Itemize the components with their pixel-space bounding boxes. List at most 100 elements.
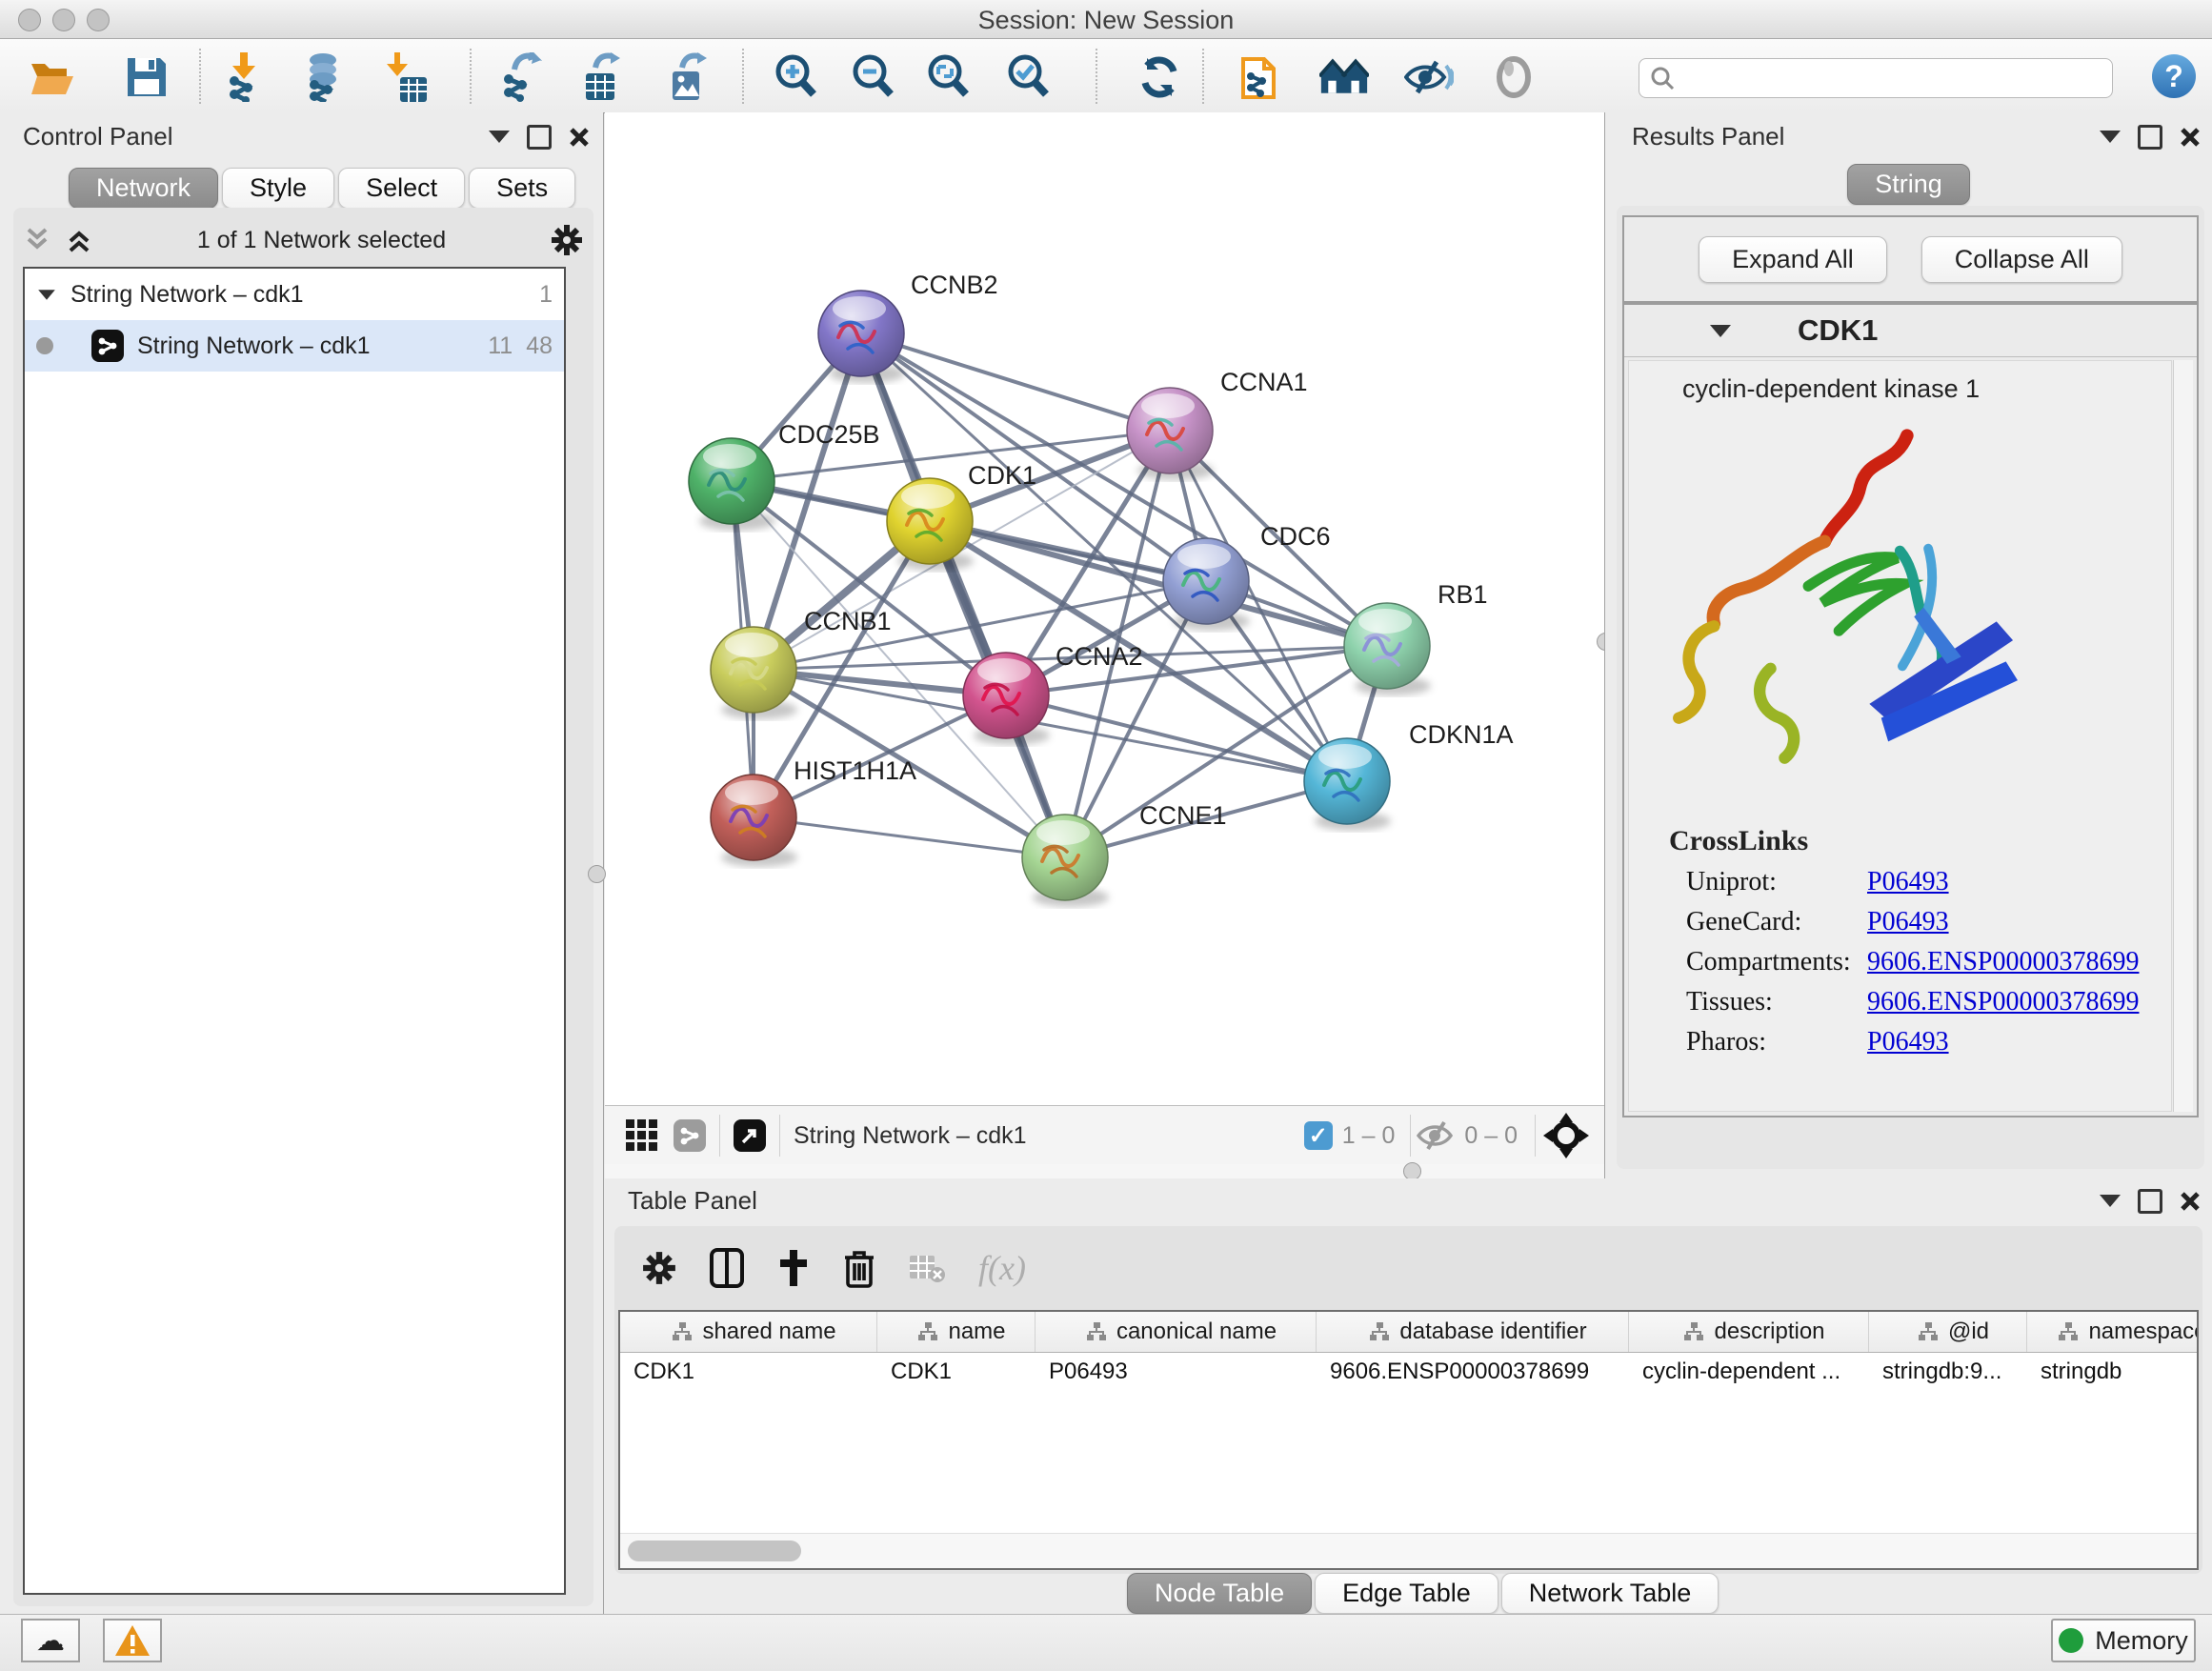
left-splitter-grip[interactable] — [588, 865, 606, 883]
column-header-database-identifier[interactable]: database identifier — [1317, 1312, 1629, 1352]
network-row-selected[interactable]: String Network – cdk1 11 48 — [25, 320, 564, 372]
column-header-shared-name[interactable]: shared name — [620, 1312, 877, 1352]
zoom-out-button[interactable] — [849, 52, 898, 102]
column-header-description[interactable]: description — [1629, 1312, 1869, 1352]
crosslink-link[interactable]: 9606.ENSP00000378699 — [1867, 987, 2139, 1017]
column-header-name[interactable]: name — [877, 1312, 1036, 1352]
table-cell[interactable]: P06493 — [1036, 1353, 1317, 1391]
open-session-button[interactable] — [28, 52, 77, 102]
current-network-name: String Network – cdk1 — [794, 1122, 1304, 1150]
gene-collapse-icon[interactable] — [1710, 325, 1731, 337]
node-CDC6[interactable]: CDC6 — [1163, 522, 1331, 631]
export-network-button[interactable] — [495, 52, 545, 102]
collection-count: 1 — [539, 281, 553, 309]
table-cell[interactable]: 9606.ENSP00000378699 — [1317, 1353, 1629, 1391]
warnings-button[interactable] — [103, 1619, 162, 1662]
node-CDK1[interactable]: CDK1 — [887, 461, 1036, 571]
zoom-fit-button[interactable] — [924, 52, 974, 102]
table-cell[interactable]: stringdb:9... — [1869, 1353, 2027, 1391]
search-input[interactable] — [1676, 64, 2089, 92]
network-collection-row[interactable]: String Network – cdk1 1 — [25, 269, 564, 320]
network-view-icon[interactable] — [674, 1119, 706, 1152]
collapse-all-icon[interactable] — [23, 226, 51, 254]
node-CCNB1[interactable]: CCNB1 — [711, 607, 892, 719]
close-panel-icon[interactable] — [2180, 127, 2201, 148]
panel-menu-icon[interactable] — [489, 131, 510, 143]
tab-network[interactable]: Network — [69, 168, 218, 209]
tab-string[interactable]: String — [1847, 164, 1970, 205]
export-table-button[interactable] — [576, 52, 626, 102]
node-HIST1H1A[interactable]: HIST1H1A — [711, 756, 916, 867]
table-horizontal-scrollbar[interactable] — [620, 1533, 2197, 1568]
edge-HIST1H1A-CCNE1[interactable] — [754, 817, 1065, 857]
crosslink-link[interactable]: P06493 — [1867, 1027, 1949, 1057]
string-home-button[interactable] — [1319, 52, 1369, 102]
show-columns-icon[interactable] — [710, 1248, 744, 1288]
scrollbar-thumb[interactable] — [628, 1540, 801, 1561]
selected-checkbox-icon[interactable]: ✓ — [1304, 1121, 1333, 1150]
network-tab-content: 1 of 1 Network selected String Network –… — [13, 208, 593, 1606]
table-row[interactable]: CDK1CDK1P064939606.ENSP00000378699cyclin… — [620, 1353, 2197, 1391]
table-cell[interactable]: cyclin-dependent ... — [1629, 1353, 1869, 1391]
houses-icon — [1319, 56, 1369, 98]
node-RB1[interactable]: RB1 — [1344, 580, 1488, 695]
network-selection-status: 1 of 1 Network selected — [93, 227, 550, 254]
show-glass-ball-button[interactable] — [1489, 52, 1538, 102]
birds-eye-toggle-icon[interactable] — [1543, 1113, 1589, 1158]
import-network-from-database-button[interactable] — [298, 52, 348, 102]
import-table-button[interactable] — [383, 52, 432, 102]
network-canvas[interactable]: CCNB2CCNA1CDC25BCDK1CDC6RB1CCNB1CCNA2CDK… — [605, 112, 1604, 1105]
zoom-in-button[interactable] — [772, 52, 821, 102]
memory-button[interactable]: Memory — [2051, 1619, 2196, 1662]
enhanced-labels-button[interactable] — [1404, 52, 1454, 102]
tab-network-table[interactable]: Network Table — [1501, 1573, 1719, 1614]
collapse-all-button[interactable]: Collapse All — [1921, 236, 2122, 283]
node-CDKN1A[interactable]: CDKN1A — [1304, 720, 1514, 831]
node-CCNA1[interactable]: CCNA1 — [1127, 368, 1308, 480]
table-cell[interactable]: CDK1 — [620, 1353, 877, 1391]
help-button[interactable]: ? — [2152, 54, 2196, 98]
network-options-gear-icon[interactable] — [550, 223, 584, 257]
crosslink-link[interactable]: 9606.ENSP00000378699 — [1867, 947, 2139, 977]
table-options-gear-icon[interactable] — [641, 1250, 677, 1286]
table-cell[interactable]: CDK1 — [877, 1353, 1036, 1391]
import-network-button[interactable] — [219, 52, 269, 102]
cloud-button[interactable]: ☁ — [21, 1619, 80, 1662]
gene-header-row[interactable]: CDK1 — [1624, 305, 2197, 357]
crosslink-link[interactable]: P06493 — [1867, 907, 1949, 937]
edge-CCNB2-CCNA1[interactable] — [861, 333, 1170, 431]
collection-expand-icon[interactable] — [38, 290, 55, 299]
save-session-button[interactable] — [122, 52, 171, 102]
node-label-CCNA1: CCNA1 — [1220, 368, 1308, 396]
close-panel-icon[interactable] — [2180, 1191, 2201, 1212]
tab-edge-table[interactable]: Edge Table — [1315, 1573, 1498, 1614]
float-panel-icon[interactable] — [527, 125, 552, 150]
grid-view-icon[interactable] — [624, 1117, 660, 1154]
column-header-namespace[interactable]: namespace — [2027, 1312, 2199, 1352]
crosslink-link[interactable]: P06493 — [1867, 867, 1949, 897]
results-scrollbar[interactable] — [2173, 360, 2193, 1112]
export-image-button[interactable] — [661, 52, 711, 102]
delete-column-icon[interactable] — [843, 1248, 875, 1288]
column-header-@id[interactable]: @id — [1869, 1312, 2027, 1352]
apply-layout-button[interactable] — [1135, 52, 1184, 102]
tab-style[interactable]: Style — [222, 168, 334, 209]
add-column-icon[interactable] — [776, 1248, 811, 1288]
close-panel-icon[interactable] — [569, 127, 590, 148]
node-label-CCNA2: CCNA2 — [1056, 642, 1143, 671]
tab-select[interactable]: Select — [338, 168, 465, 209]
expand-all-icon[interactable] — [65, 226, 93, 254]
tab-node-table[interactable]: Node Table — [1127, 1573, 1312, 1614]
string-import-button[interactable] — [1237, 52, 1287, 102]
expand-all-button[interactable]: Expand All — [1699, 236, 1887, 283]
float-panel-icon[interactable] — [2138, 125, 2162, 150]
string-network-graph[interactable]: CCNB2CCNA1CDC25BCDK1CDC6RB1CCNB1CCNA2CDK… — [605, 112, 1604, 1105]
float-panel-icon[interactable] — [2138, 1189, 2162, 1214]
tab-sets[interactable]: Sets — [469, 168, 575, 209]
table-cell[interactable]: stringdb — [2027, 1353, 2199, 1391]
panel-menu-icon[interactable] — [2100, 131, 2121, 143]
detach-view-icon[interactable] — [734, 1119, 766, 1152]
panel-menu-icon[interactable] — [2100, 1195, 2121, 1207]
column-header-canonical-name[interactable]: canonical name — [1036, 1312, 1317, 1352]
zoom-selected-button[interactable] — [1004, 52, 1054, 102]
